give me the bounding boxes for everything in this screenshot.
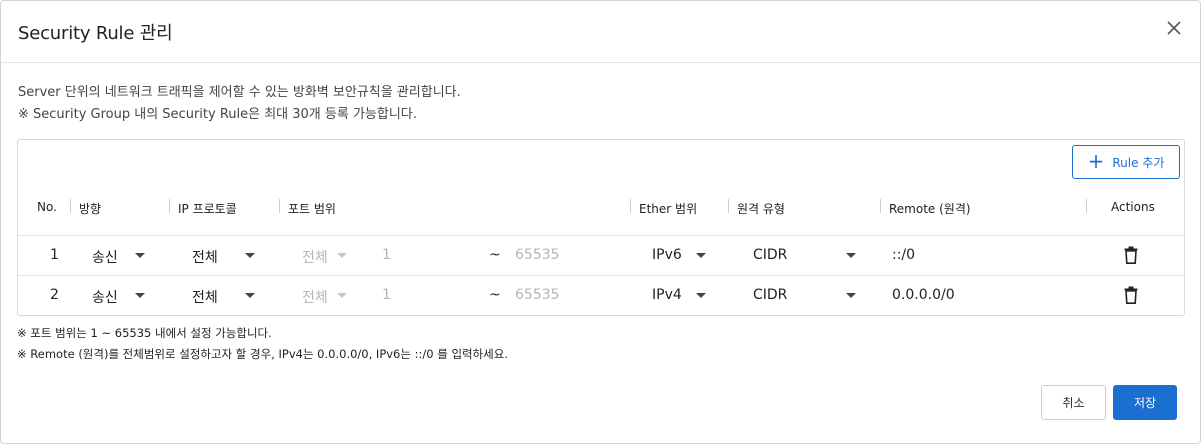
ether-select[interactable]: IPv4 [652,287,682,303]
protocol-select[interactable]: 전체 [192,287,218,307]
table-header: No. 방향 IP 프로토콜 포트 범위 Ether 범위 원격 유형 Remo… [18,192,1184,222]
header-separator [1086,199,1087,213]
header-remote-type: 원격 유형 [737,202,785,216]
remote-input[interactable]: 0.0.0.0/0 [892,287,955,303]
port-from-input: 1 [382,287,391,303]
add-rule-button[interactable]: + Rule 추가 [1072,145,1180,179]
header-remote: Remote (원격) [889,202,971,216]
table-row: 1 송신 전체 전체 1 ~ 65535 IPv6 CIDR ::/0 [18,235,1184,275]
header-protocol: IP 프로토콜 [178,202,237,216]
trash-icon[interactable] [1124,286,1138,304]
chevron-down-icon[interactable] [846,253,856,258]
chevron-down-icon[interactable] [696,253,706,258]
header-separator [169,199,170,213]
remote-range-note: ※ Remote (원격)를 전체범위로 설정하고자 할 경우, IPv4는 0… [17,347,508,361]
header-ether: Ether 범위 [639,202,698,216]
chevron-down-icon[interactable] [245,253,255,258]
port-to-input: 65535 [515,287,560,303]
trash-icon[interactable] [1124,246,1138,264]
header-no: No. [37,200,57,214]
port-range-tilde: ~ [489,247,501,263]
save-button[interactable]: 저장 [1113,385,1177,420]
header-separator [70,199,71,213]
add-rule-label: Rule 추가 [1112,155,1165,170]
close-icon[interactable] [1162,16,1186,40]
rule-limit-note: ※ Security Group 내의 Security Rule은 최대 30… [18,107,417,122]
direction-select[interactable]: 송신 [92,247,118,267]
chevron-down-icon[interactable] [696,293,706,298]
plus-icon: + [1087,149,1105,173]
dialog-header: Security Rule 관리 [1,1,1200,63]
header-separator [728,199,729,213]
remote-type-select[interactable]: CIDR [753,287,787,303]
port-range-tilde: ~ [489,287,501,303]
chevron-down-icon [337,293,347,298]
dialog-title: Security Rule 관리 [18,23,173,44]
header-direction: 방향 [79,202,102,216]
direction-select[interactable]: 송신 [92,287,118,307]
table-row: 2 송신 전체 전체 1 ~ 65535 IPv4 CIDR 0.0.0.0/0 [18,275,1184,315]
chevron-down-icon[interactable] [135,293,145,298]
chevron-down-icon[interactable] [846,293,856,298]
header-separator [630,199,631,213]
header-separator [880,199,881,213]
rules-table-panel: + Rule 추가 No. 방향 IP 프로토콜 포트 범위 Ether 범위 … [17,139,1185,316]
port-range-note: ※ 포트 범위는 1 ~ 65535 내에서 설정 가능합니다. [17,326,272,340]
protocol-select[interactable]: 전체 [192,247,218,267]
ether-select[interactable]: IPv6 [652,247,682,263]
chevron-down-icon [337,253,347,258]
security-rule-dialog: Security Rule 관리 Server 단위의 네트워크 트래픽을 제어… [0,0,1201,444]
header-actions: Actions [1111,200,1155,214]
remote-type-select[interactable]: CIDR [753,247,787,263]
row-number: 1 [50,247,59,263]
chevron-down-icon[interactable] [135,253,145,258]
cancel-button[interactable]: 취소 [1041,385,1106,420]
port-range-select: 전체 [302,250,328,266]
port-range-select: 전체 [302,290,328,306]
remote-input[interactable]: ::/0 [892,247,915,263]
header-separator [279,199,280,213]
chevron-down-icon[interactable] [245,293,255,298]
header-port-range: 포트 범위 [288,202,336,216]
dialog-description: Server 단위의 네트워크 트래픽을 제어할 수 있는 방화벽 보안규칙을 … [18,85,461,100]
port-to-input: 65535 [515,247,560,263]
row-number: 2 [50,287,59,303]
port-from-input: 1 [382,247,391,263]
